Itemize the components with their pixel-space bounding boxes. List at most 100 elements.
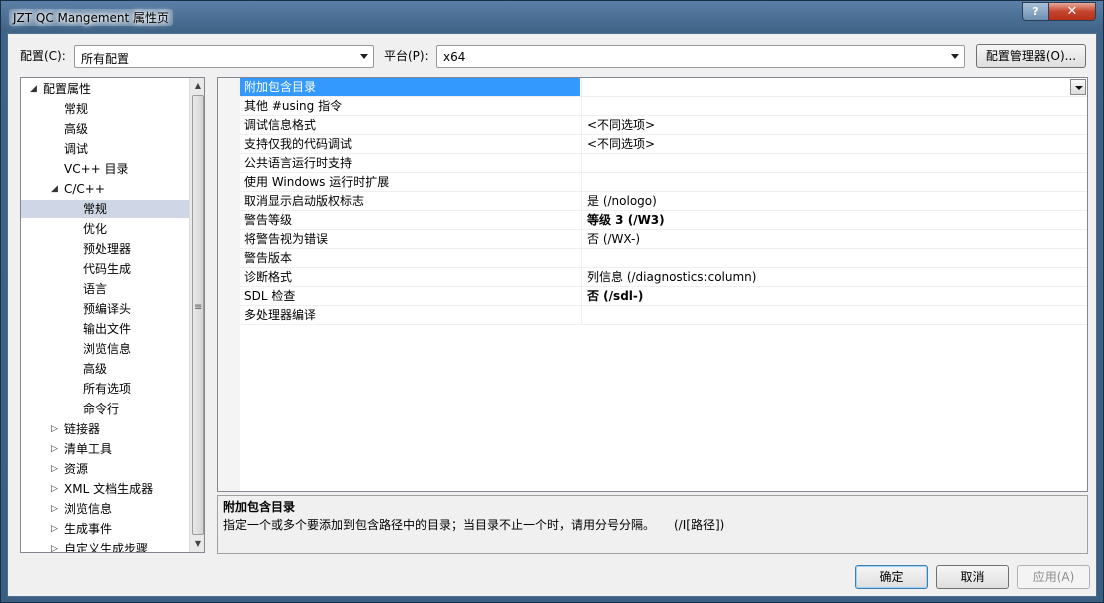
close-icon: ✕ — [1066, 4, 1078, 19]
tree-item[interactable]: ▷ 生成事件 — [21, 520, 189, 538]
scrollbar-thumb[interactable]: ≡ — [192, 95, 204, 535]
platform-dropdown[interactable]: x64 — [436, 45, 965, 68]
property-name: SDL 检查 — [244, 289, 296, 303]
property-value[interactable] — [581, 249, 1087, 267]
property-row[interactable]: 支持仅我的代码调试 <不同选项> — [240, 135, 1087, 154]
apply-button[interactable]: 应用(A) — [1017, 565, 1090, 589]
property-value[interactable] — [581, 154, 1087, 172]
property-row[interactable]: 取消显示启动版权标志 是 (/nologo) — [240, 192, 1087, 211]
property-value[interactable]: 列信息 (/diagnostics:column) — [581, 268, 1087, 286]
property-pages-window: JZT QC Mangement 属性页 ? ✕ 配置(C): 所有配置 平台(… — [0, 0, 1104, 603]
property-value[interactable] — [581, 306, 1087, 324]
tree-item-label: 所有选项 — [83, 382, 132, 396]
tree-item-label: VC++ 目录 — [64, 162, 129, 176]
platform-label: 平台(P): — [384, 49, 429, 63]
property-row[interactable]: 使用 Windows 运行时扩展 — [240, 173, 1087, 192]
tree-item-label: 链接器 — [64, 422, 101, 436]
property-row[interactable]: 调试信息格式 <不同选项> — [240, 116, 1087, 135]
property-value[interactable]: 是 (/nologo) — [581, 192, 1087, 210]
property-value[interactable] — [581, 173, 1087, 191]
tree-item[interactable]: ◢ C/C++ — [21, 180, 189, 198]
tree-item-label: 常规 — [83, 202, 108, 216]
expanded-arrow-icon[interactable]: ◢ — [30, 80, 37, 98]
property-row[interactable]: 警告版本 — [240, 249, 1087, 268]
tree-item-label: 高级 — [83, 362, 108, 376]
property-name: 使用 Windows 运行时扩展 — [244, 175, 390, 189]
property-value[interactable] — [581, 97, 1087, 115]
property-row[interactable]: 将警告视为错误 否 (/WX-) — [240, 230, 1087, 249]
config-dropdown[interactable]: 所有配置 — [74, 45, 374, 68]
tree-item[interactable]: 预编译头 — [21, 300, 189, 318]
property-name: 取消显示启动版权标志 — [244, 194, 365, 208]
property-name: 警告版本 — [244, 251, 293, 265]
tree-item[interactable]: ▷ XML 文档生成器 — [21, 480, 189, 498]
property-row[interactable]: 附加包含目录 — [240, 78, 1087, 97]
tree-item[interactable]: 常规 — [21, 100, 189, 118]
tree-scrollbar[interactable]: ▲ ≡ ▼ — [189, 78, 204, 552]
property-value[interactable] — [581, 78, 1087, 96]
tree-item[interactable]: ▷ 资源 — [21, 460, 189, 478]
tree-item[interactable]: 输出文件 — [21, 320, 189, 338]
tree-item-label: 预处理器 — [83, 242, 132, 256]
tree-item[interactable]: ▷ 链接器 — [21, 420, 189, 438]
property-grid[interactable]: 附加包含目录 其他 #using 指令 调试信息格式 <不同选项> 支持仅我的代码调试 <… — [217, 77, 1088, 492]
tree-item[interactable]: 代码生成 — [21, 260, 189, 278]
property-value[interactable]: 等级 3 (/W3) — [581, 211, 1087, 229]
property-value[interactable]: 否 (/WX-) — [581, 230, 1087, 248]
tree-item[interactable]: 优化 — [21, 220, 189, 238]
tree-item[interactable]: ◢ 配置属性 — [21, 80, 189, 98]
description-switch: (/I[路径]) — [674, 518, 725, 532]
tree-item-label: C/C++ — [64, 182, 105, 196]
property-value[interactable]: <不同选项> — [581, 135, 1087, 153]
tree-item-label: 输出文件 — [83, 322, 132, 336]
property-name: 警告等级 — [244, 213, 293, 227]
collapsed-arrow-icon[interactable]: ▷ — [51, 440, 58, 458]
tree-item-label: 常规 — [64, 102, 89, 116]
scroll-up-icon[interactable]: ▲ — [190, 78, 204, 94]
close-button[interactable]: ✕ — [1048, 2, 1096, 21]
scroll-down-icon[interactable]: ▼ — [190, 536, 204, 552]
property-row[interactable]: 警告等级 等级 3 (/W3) — [240, 211, 1087, 230]
property-value[interactable]: 否 (/sdl-) — [581, 287, 1087, 305]
tree-item[interactable]: ▷ 自定义生成步骤 — [21, 540, 189, 552]
tree-item[interactable]: 语言 — [21, 280, 189, 298]
tree-item-label: 语言 — [83, 282, 108, 296]
collapsed-arrow-icon[interactable]: ▷ — [51, 520, 58, 538]
help-button[interactable]: ? — [1022, 2, 1049, 21]
category-tree[interactable]: ◢ 配置属性 常规 高级 调试 VC++ 目录 ◢ C/C++ 常规 优化 预处理器 代码生成 语言 预编… — [20, 77, 205, 553]
grid-gutter — [218, 78, 240, 491]
ok-button[interactable]: 确定 — [855, 565, 928, 589]
collapsed-arrow-icon[interactable]: ▷ — [51, 460, 58, 478]
property-value[interactable]: <不同选项> — [581, 116, 1087, 134]
cancel-button[interactable]: 取消 — [936, 565, 1009, 589]
chevron-down-icon — [360, 54, 368, 59]
collapsed-arrow-icon[interactable]: ▷ — [51, 540, 58, 552]
collapsed-arrow-icon[interactable]: ▷ — [51, 420, 58, 438]
tree-item[interactable]: 常规 — [21, 200, 189, 218]
dropdown-arrow-icon[interactable] — [1070, 79, 1086, 95]
tree-item[interactable]: ▷ 浏览信息 — [21, 500, 189, 518]
tree-item[interactable]: 浏览信息 — [21, 340, 189, 358]
property-row[interactable]: 多处理器编译 — [240, 306, 1087, 325]
tree-item[interactable]: 命令行 — [21, 400, 189, 418]
tree-item[interactable]: ▷ 清单工具 — [21, 440, 189, 458]
description-text: 指定一个或多个要添加到包含路径中的目录；当目录不止一个时，请用分号分隔。 — [223, 518, 656, 532]
tree-item[interactable]: 预处理器 — [21, 240, 189, 258]
tree-item[interactable]: 高级 — [21, 120, 189, 138]
collapsed-arrow-icon[interactable]: ▷ — [51, 480, 58, 498]
config-manager-button[interactable]: 配置管理器(O)... — [976, 44, 1086, 68]
property-name: 支持仅我的代码调试 — [244, 137, 353, 151]
tree-item[interactable]: VC++ 目录 — [21, 160, 189, 178]
grip-icon: ≡ — [194, 302, 203, 313]
tree-item[interactable]: 所有选项 — [21, 380, 189, 398]
tree-item-label: 浏览信息 — [83, 342, 132, 356]
property-row[interactable]: 诊断格式 列信息 (/diagnostics:column) — [240, 268, 1087, 287]
tree-item[interactable]: 高级 — [21, 360, 189, 378]
property-row[interactable]: 其他 #using 指令 — [240, 97, 1087, 116]
property-row[interactable]: 公共语言运行时支持 — [240, 154, 1087, 173]
property-row[interactable]: SDL 检查 否 (/sdl-) — [240, 287, 1087, 306]
collapsed-arrow-icon[interactable]: ▷ — [51, 500, 58, 518]
expanded-arrow-icon[interactable]: ◢ — [51, 180, 58, 198]
tree-item-label: 浏览信息 — [64, 502, 113, 516]
tree-item[interactable]: 调试 — [21, 140, 189, 158]
